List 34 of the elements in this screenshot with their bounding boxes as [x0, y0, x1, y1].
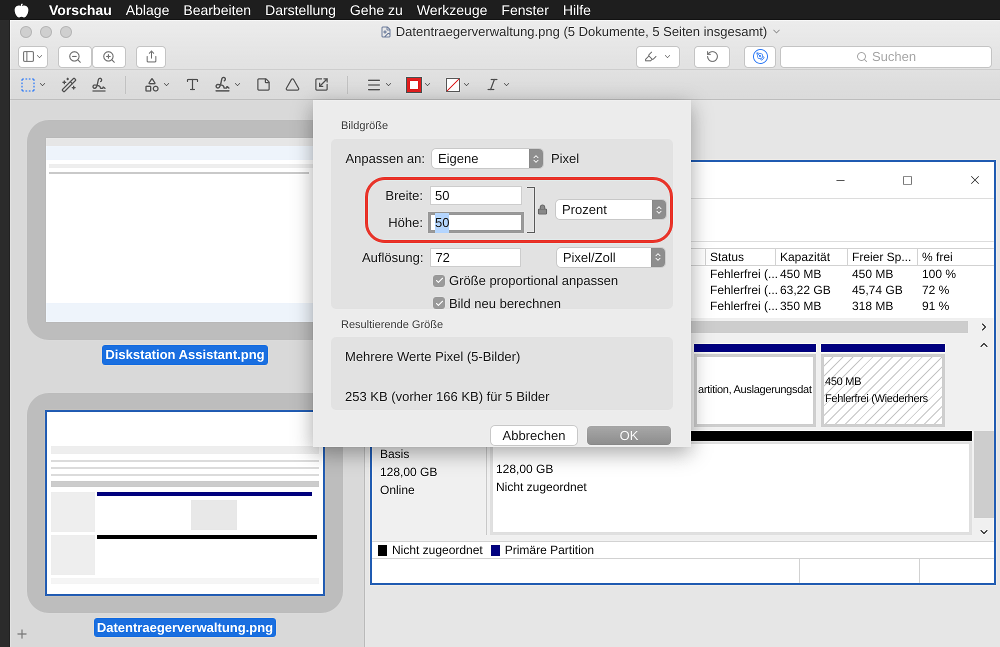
- checkbox-label: Bild neu berechnen: [449, 294, 562, 312]
- partition-text: 450 MB: [825, 375, 862, 390]
- section-title: Bildgröße: [341, 119, 388, 134]
- table-cell-text: 45,74 GB: [852, 282, 904, 299]
- result-text: Mehrere Werte Pixel (5-Bilder): [345, 348, 520, 366]
- table-cell-text: Fehlerfrei (...: [710, 282, 780, 299]
- height-label: Höhe:: [387, 214, 423, 232]
- disk-info-text: 128,00 GB: [380, 464, 438, 481]
- partition-text: Fehlerfrei (Wiederhers: [825, 392, 929, 406]
- table-cell-text: 318 MB: [852, 298, 894, 315]
- resolution-label: Auflösung:: [361, 248, 424, 267]
- partition-text: 128,00 GB: [496, 461, 554, 478]
- section-title: Resultierende Größe: [341, 318, 444, 332]
- table-cell-text: 72 %: [922, 282, 950, 299]
- disk-info-text: Basis: [380, 446, 410, 463]
- table-cell-text: 100 %: [922, 266, 958, 283]
- partition-text: Nicht zugeordnet: [496, 479, 588, 496]
- legend-label: Primäre Partition: [504, 542, 594, 559]
- width-label: Breite:: [384, 186, 423, 205]
- table-cell-text: 350 MB: [780, 298, 822, 315]
- table-cell-text: 450 MB: [780, 266, 822, 283]
- table-cell-text: 450 MB: [852, 266, 894, 283]
- checkbox-label: Größe proportional anpassen: [449, 272, 618, 290]
- table-cell-text: Fehlerfrei (...: [710, 266, 780, 283]
- legend-label: Nicht zugeordnet: [392, 542, 483, 559]
- fit-label: Anpassen an:: [344, 150, 425, 168]
- table-cell-text: Fehlerfrei (...: [710, 298, 780, 315]
- partition-text: artition, Auslagerungsdat: [698, 383, 812, 398]
- disk-info-text: Online: [380, 482, 416, 499]
- window-title: Datentraegerverwaltung.png (5 Dokumente, 5 Seiten insgesamt): [396, 23, 768, 42]
- result-text: 253 KB (vorher 166 KB) für 5 Bilder: [345, 388, 550, 406]
- table-cell-text: 91 %: [922, 298, 950, 315]
- table-cell-text: 63,22 GB: [780, 282, 832, 299]
- fit-unit-label: Pixel: [551, 150, 580, 168]
